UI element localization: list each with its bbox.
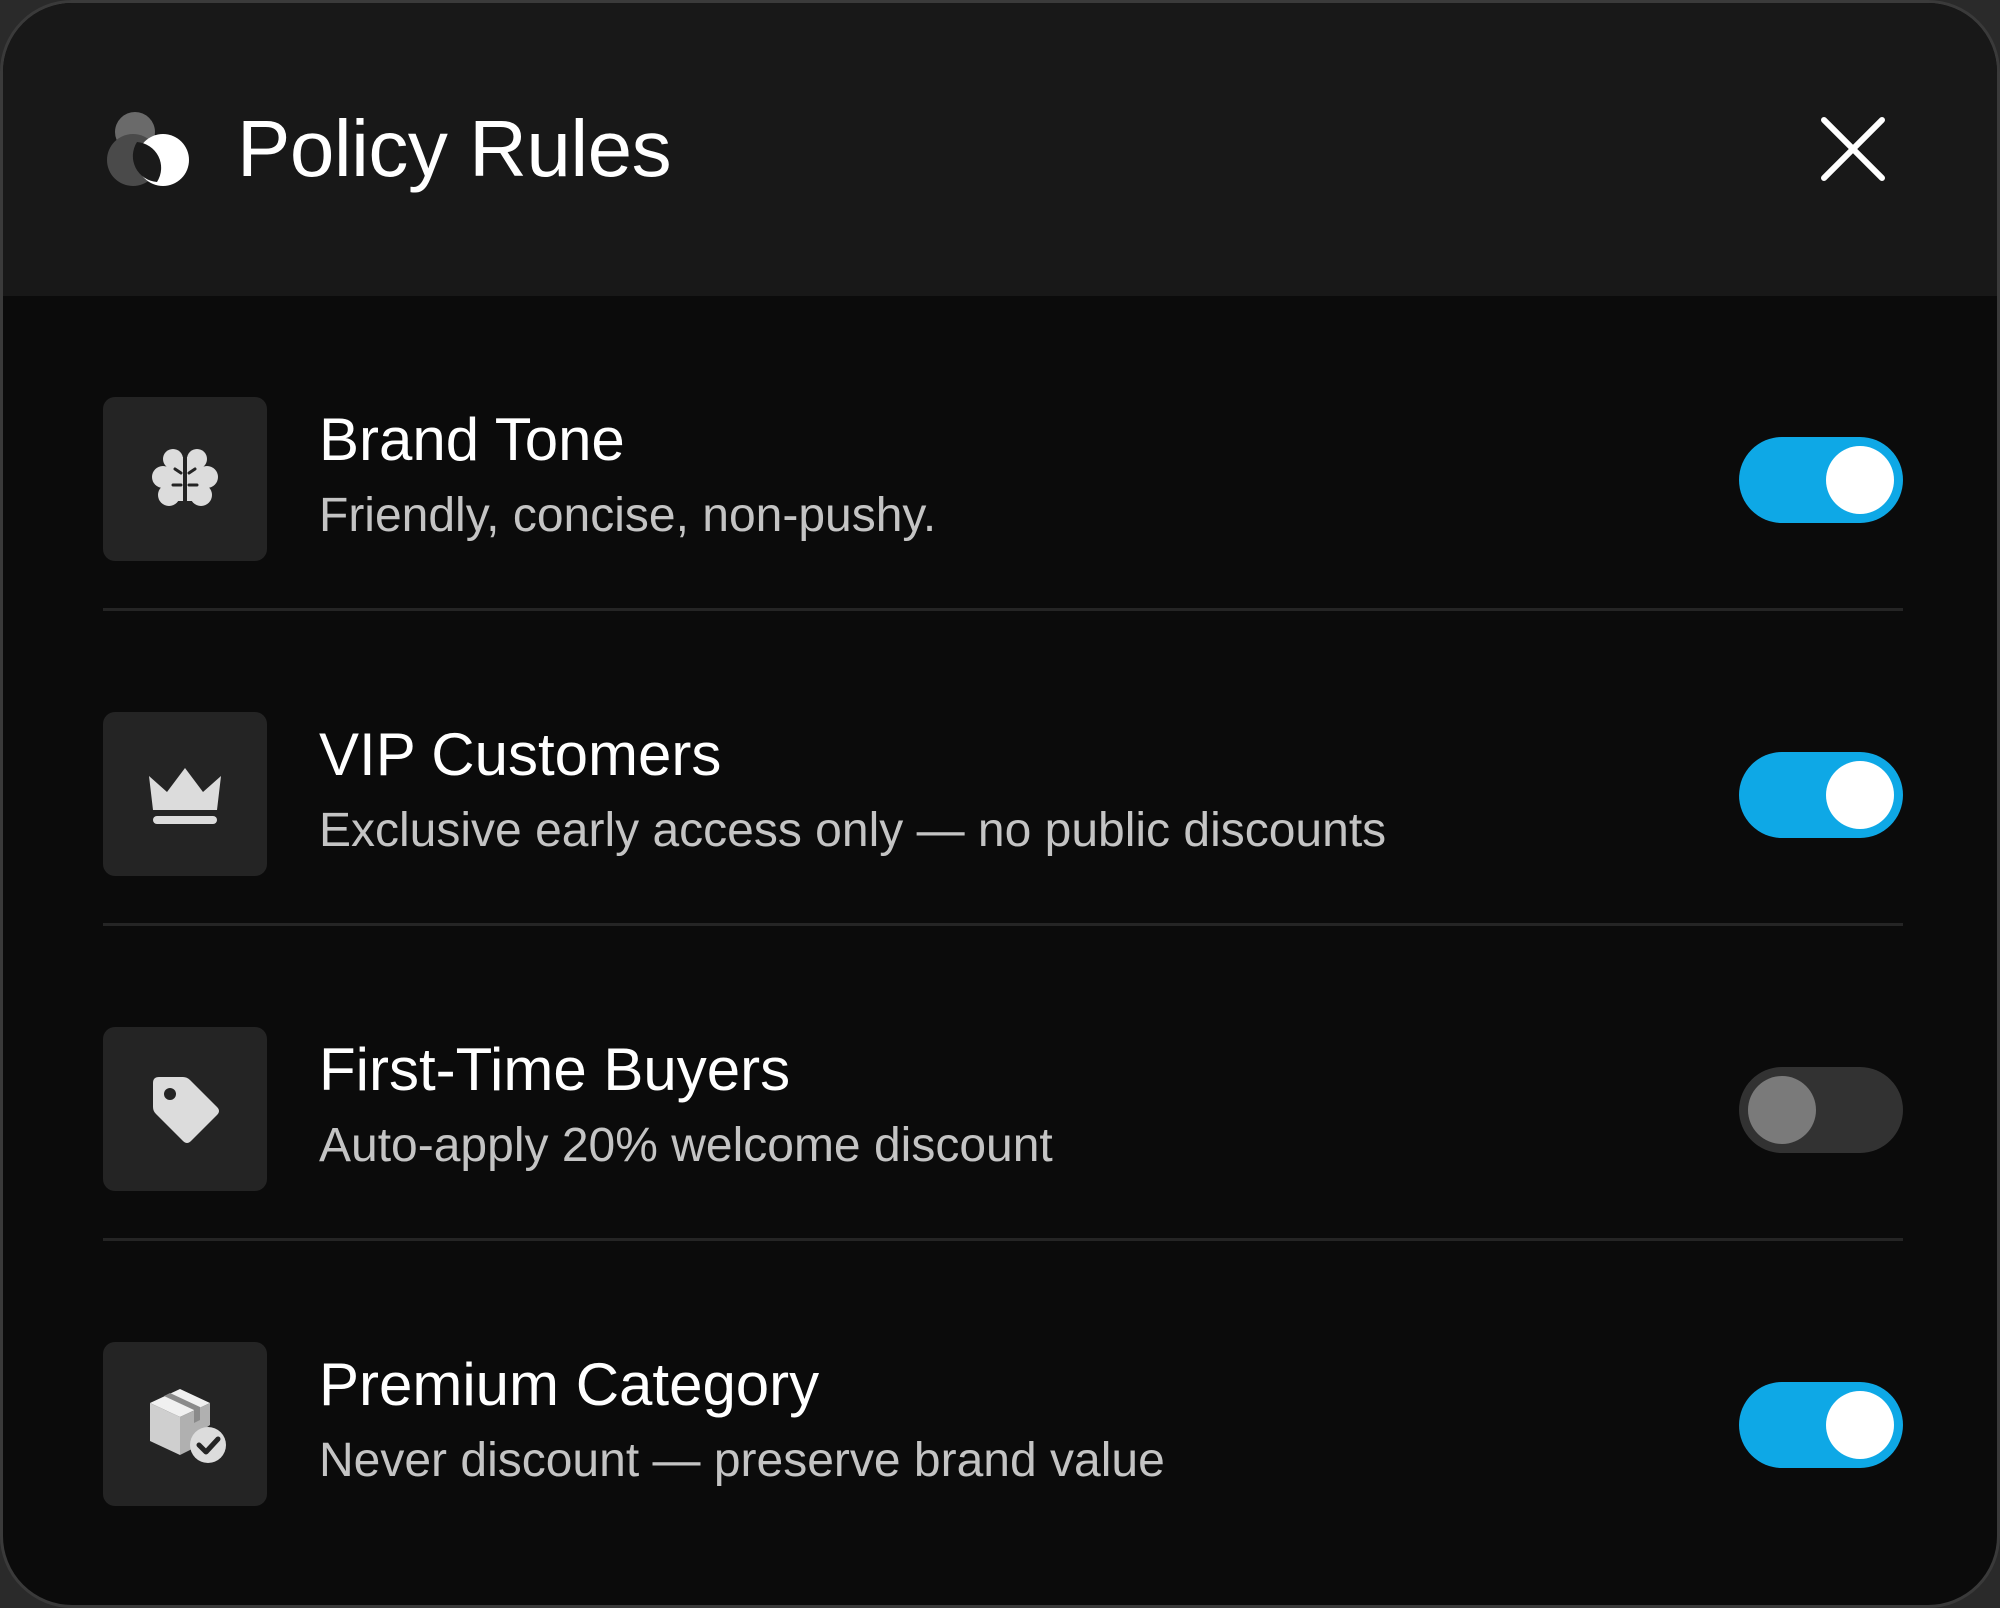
rule-description: Never discount — preserve brand value bbox=[319, 1434, 1165, 1487]
close-icon[interactable] bbox=[1818, 114, 1888, 184]
rule-row-first-time-buyers: First-Time Buyers Auto-apply 20% welcome… bbox=[103, 926, 1903, 1241]
rule-title: Premium Category bbox=[319, 1351, 820, 1418]
page-title: Policy Rules bbox=[237, 104, 672, 193]
toggle-knob bbox=[1826, 761, 1894, 829]
rule-title: Brand Tone bbox=[319, 406, 625, 473]
panel-header: Policy Rules bbox=[3, 3, 1997, 296]
rule-description: Friendly, concise, non-pushy. bbox=[319, 489, 937, 542]
rule-icon-box bbox=[103, 712, 267, 876]
rule-icon-box bbox=[103, 1027, 267, 1191]
rule-row-brand-tone: Brand Tone Friendly, concise, non-pushy. bbox=[103, 296, 1903, 611]
tag-icon bbox=[153, 1077, 219, 1143]
rules-list: Brand Tone Friendly, concise, non-pushy.… bbox=[103, 296, 1903, 1556]
toggle-knob bbox=[1748, 1076, 1816, 1144]
rule-icon-box bbox=[103, 397, 267, 561]
toggle-knob bbox=[1826, 1391, 1894, 1459]
policy-rules-panel: Policy Rules Brand Tone Friendly, concis… bbox=[0, 0, 2000, 1608]
rule-description: Auto-apply 20% welcome discount bbox=[319, 1119, 1053, 1172]
rule-description: Exclusive early access only — no public … bbox=[319, 804, 1387, 857]
rule-icon-box bbox=[103, 1342, 267, 1506]
premium-category-toggle[interactable] bbox=[1739, 1382, 1903, 1468]
rule-row-premium-category: Premium Category Never discount — preser… bbox=[103, 1241, 1903, 1556]
crown-icon bbox=[149, 768, 221, 824]
toggle-knob bbox=[1826, 446, 1894, 514]
brand-tone-toggle[interactable] bbox=[1739, 437, 1903, 523]
package-check-icon bbox=[150, 1389, 226, 1463]
rule-title: VIP Customers bbox=[319, 721, 722, 788]
first-time-buyers-toggle[interactable] bbox=[1739, 1067, 1903, 1153]
logo-icon bbox=[107, 112, 189, 186]
rule-row-vip-customers: VIP Customers Exclusive early access onl… bbox=[103, 611, 1903, 926]
brain-icon bbox=[152, 449, 218, 506]
vip-customers-toggle[interactable] bbox=[1739, 752, 1903, 838]
rule-title: First-Time Buyers bbox=[319, 1036, 791, 1103]
